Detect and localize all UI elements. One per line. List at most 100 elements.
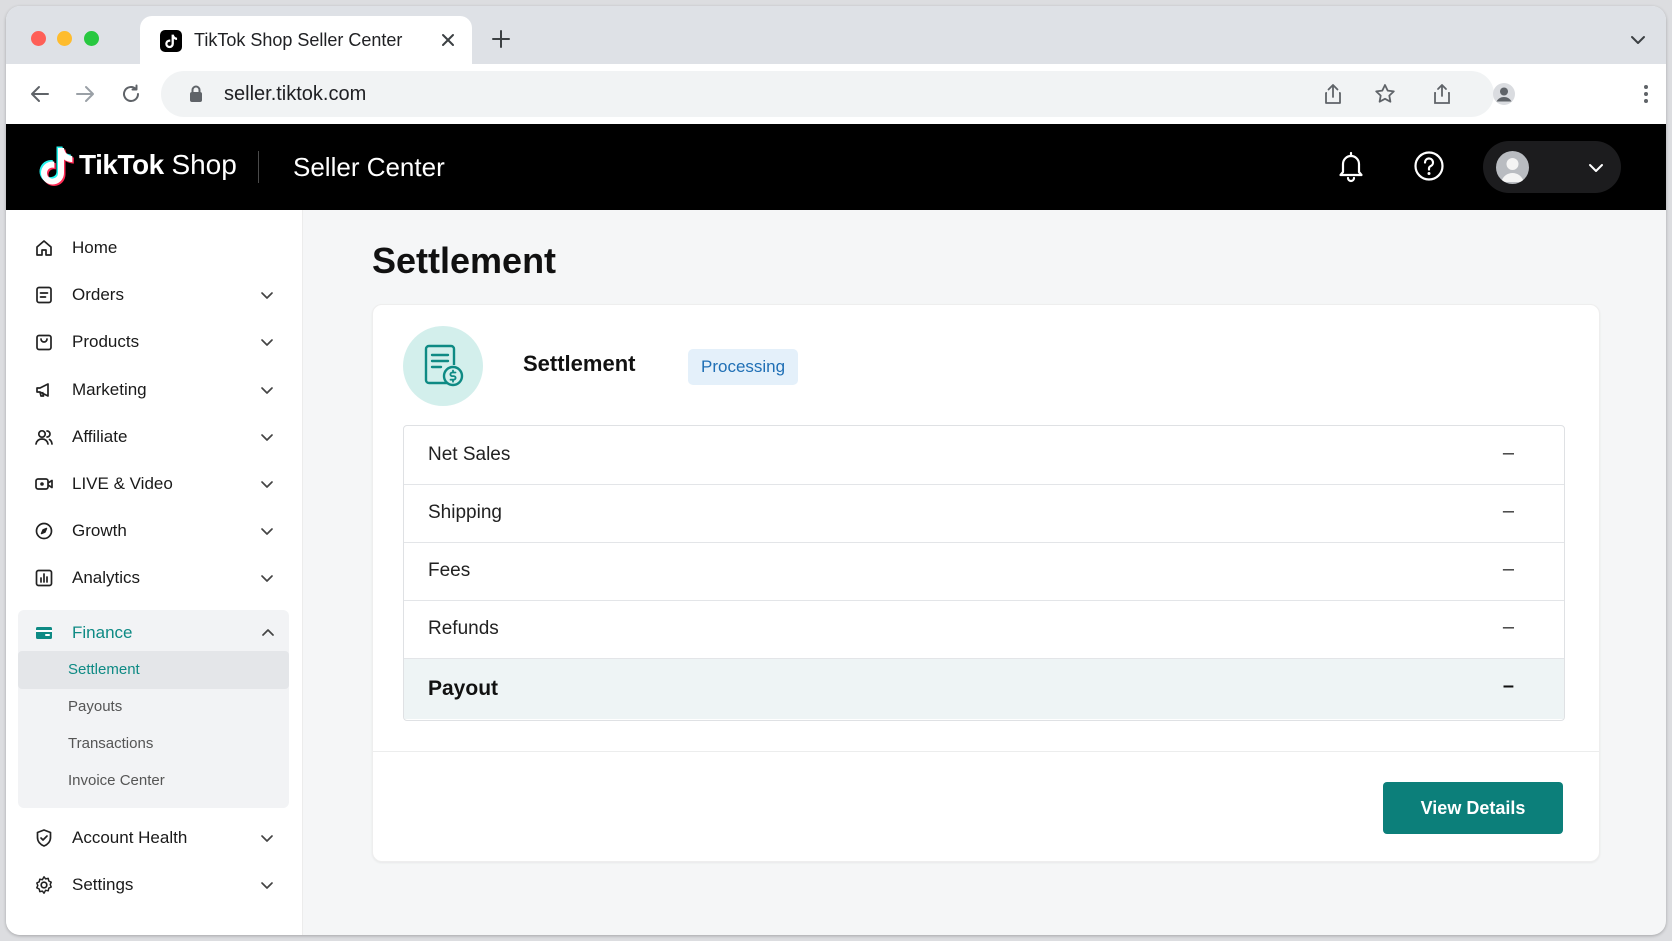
home-icon bbox=[34, 238, 54, 258]
card-divider bbox=[373, 751, 1599, 752]
tiktok-logo-icon[interactable] bbox=[36, 146, 74, 188]
settlement-summary-table: Net Sales – Shipping – Fees – Refunds – … bbox=[403, 425, 1565, 721]
chevron-up-icon bbox=[261, 626, 275, 640]
sidebar-subitem-invoice-center[interactable]: Invoice Center bbox=[18, 762, 289, 800]
chevron-down-icon bbox=[1587, 159, 1605, 177]
sidebar-item-label: Marketing bbox=[72, 380, 147, 399]
summary-row-value: – bbox=[1502, 616, 1514, 638]
products-icon bbox=[34, 332, 54, 352]
bar-chart-icon bbox=[34, 568, 54, 588]
sidebar-item-label: Account Health bbox=[72, 828, 188, 847]
sidebar-item-growth[interactable]: Growth bbox=[18, 508, 288, 554]
sidebar-item-live-video[interactable]: LIVE & Video bbox=[18, 461, 288, 507]
sidebar-subitem-label: Invoice Center bbox=[68, 772, 165, 789]
new-tab-icon[interactable] bbox=[490, 28, 512, 50]
browser-menu-icon[interactable] bbox=[1634, 82, 1658, 106]
sidebar-item-label: LIVE & Video bbox=[72, 474, 173, 493]
summary-row-label: Shipping bbox=[428, 502, 502, 523]
megaphone-icon bbox=[34, 380, 54, 400]
sidebar-item-label: Settings bbox=[72, 875, 134, 894]
view-details-button[interactable]: View Details bbox=[1383, 782, 1563, 834]
sidebar-item-label: Finance bbox=[72, 623, 133, 642]
notification-bell-icon[interactable] bbox=[1334, 149, 1368, 183]
tab-title: TikTok Shop Seller Center bbox=[194, 30, 403, 50]
sidebar-item-settings[interactable]: Settings bbox=[18, 862, 288, 908]
sidebar-item-label: Orders bbox=[72, 285, 124, 304]
sidebar-item-home[interactable]: Home bbox=[18, 225, 288, 271]
brand-name-light: Shop bbox=[171, 149, 237, 180]
brand-logo-text[interactable]: TikTok Shop bbox=[79, 149, 237, 181]
bookmark-star-icon[interactable] bbox=[1373, 82, 1397, 106]
chevron-down-icon bbox=[260, 477, 274, 491]
minimize-window-button[interactable] bbox=[57, 31, 72, 46]
sidebar-subitem-label: Payouts bbox=[68, 698, 123, 715]
page-title: Settlement bbox=[372, 240, 557, 281]
tab-close-icon[interactable] bbox=[438, 30, 458, 50]
help-icon[interactable] bbox=[1412, 149, 1446, 183]
users-icon bbox=[34, 427, 54, 447]
sidebar: Home Orders Products Marketing Affiliate… bbox=[6, 210, 303, 935]
shield-icon bbox=[34, 828, 54, 848]
profile-icon[interactable] bbox=[1492, 82, 1516, 106]
chevron-down-icon bbox=[260, 524, 274, 538]
browser-toolbar: seller.tiktok.com bbox=[6, 64, 1666, 124]
sidebar-item-label: Home bbox=[72, 238, 118, 257]
summary-row-label: Net Sales bbox=[428, 444, 511, 465]
sidebar-item-marketing[interactable]: Marketing bbox=[18, 367, 288, 413]
settlement-document-icon bbox=[403, 326, 483, 406]
header-title: Seller Center bbox=[293, 152, 445, 182]
summary-row-label: Payout bbox=[428, 677, 499, 700]
share-icon[interactable] bbox=[1321, 82, 1345, 106]
summary-row-payout: Payout – bbox=[404, 659, 1564, 719]
summary-row-net-sales: Net Sales – bbox=[404, 426, 1564, 485]
sidebar-item-orders[interactable]: Orders bbox=[18, 272, 288, 318]
chevron-down-icon bbox=[260, 383, 274, 397]
summary-row-value: – bbox=[1502, 558, 1514, 580]
sidebar-item-account-health[interactable]: Account Health bbox=[18, 815, 288, 861]
sidebar-subitem-payouts[interactable]: Payouts bbox=[18, 688, 289, 726]
sidebar-item-label: Products bbox=[72, 332, 140, 351]
lock-icon bbox=[187, 84, 205, 104]
summary-row-value: – bbox=[1502, 442, 1514, 464]
tab-search-chevron-icon[interactable] bbox=[1628, 30, 1648, 50]
card-title: Settlement bbox=[523, 351, 636, 376]
sidebar-item-affiliate[interactable]: Affiliate bbox=[18, 414, 288, 460]
chevron-down-icon bbox=[260, 571, 274, 585]
sidebar-subitem-transactions[interactable]: Transactions bbox=[18, 725, 289, 763]
compass-icon bbox=[34, 521, 54, 541]
browser-window: TikTok Shop Seller Center seller.tiktok.… bbox=[6, 6, 1666, 935]
account-menu[interactable] bbox=[1483, 141, 1621, 193]
sidebar-group-finance: Finance Settlement Payouts Transactions … bbox=[18, 610, 289, 808]
app-header: TikTok Shop Seller Center bbox=[6, 124, 1666, 210]
extensions-share-icon[interactable] bbox=[1430, 82, 1454, 106]
video-icon bbox=[34, 474, 54, 494]
chevron-down-icon bbox=[260, 831, 274, 845]
chevron-down-icon bbox=[260, 288, 274, 302]
status-badge: Processing bbox=[688, 349, 799, 385]
summary-row-fees: Fees – bbox=[404, 542, 1564, 601]
sidebar-subitem-settlement[interactable]: Settlement bbox=[18, 651, 289, 689]
browser-tab-active[interactable]: TikTok Shop Seller Center bbox=[140, 16, 472, 64]
address-bar[interactable]: seller.tiktok.com bbox=[161, 71, 1494, 117]
avatar bbox=[1496, 151, 1529, 184]
sidebar-item-label: Affiliate bbox=[72, 427, 128, 446]
back-arrow-icon[interactable] bbox=[28, 82, 52, 106]
summary-row-value: – bbox=[1502, 500, 1514, 522]
sidebar-item-finance[interactable]: Finance bbox=[18, 610, 289, 656]
header-divider bbox=[258, 151, 259, 183]
forward-arrow-icon[interactable] bbox=[73, 82, 97, 106]
summary-row-label: Refunds bbox=[428, 618, 499, 639]
summary-row-shipping: Shipping – bbox=[404, 484, 1564, 543]
summary-row-value: – bbox=[1502, 675, 1514, 697]
maximize-window-button[interactable] bbox=[84, 31, 99, 46]
chevron-down-icon bbox=[260, 430, 274, 444]
sidebar-subitem-label: Settlement bbox=[68, 661, 140, 678]
close-window-button[interactable] bbox=[31, 31, 46, 46]
url-text: seller.tiktok.com bbox=[224, 83, 367, 105]
sidebar-subitem-label: Transactions bbox=[68, 735, 154, 752]
sidebar-item-analytics[interactable]: Analytics bbox=[18, 555, 288, 601]
orders-icon bbox=[34, 285, 54, 305]
reload-icon[interactable] bbox=[119, 82, 143, 106]
sidebar-item-products[interactable]: Products bbox=[18, 319, 288, 365]
summary-row-refunds: Refunds – bbox=[404, 600, 1564, 659]
